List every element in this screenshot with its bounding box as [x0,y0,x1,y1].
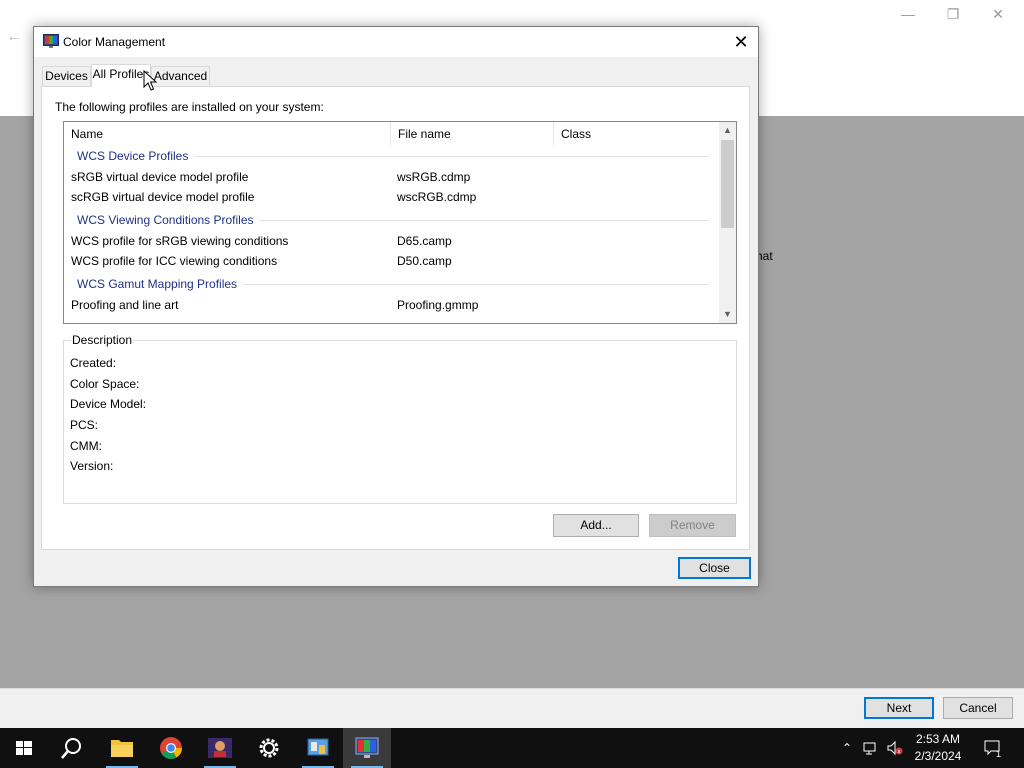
scroll-thumb[interactable] [721,140,734,228]
svg-text:x: x [898,749,901,755]
group-label: WCS Gamut Mapping Profiles [77,277,244,291]
windows-logo-icon [16,741,32,755]
scroll-up-icon[interactable]: ▲ [719,122,736,139]
volume-muted-icon[interactable]: x [886,739,904,757]
next-button[interactable]: Next [864,697,934,719]
description-cmm: CMM: [70,439,102,453]
taskbar: ⌃ x 2:53 AM 2/3/2024 1 [0,728,1024,768]
dialog-titlebar[interactable]: Color Management ✕ [34,27,758,57]
add-button[interactable]: Add... [553,514,639,537]
control-panel-icon [307,738,329,756]
description-title: Description [71,333,134,347]
close-button[interactable]: Close [678,557,751,579]
installed-profiles-label: The following profiles are installed on … [55,100,324,114]
close-icon[interactable]: ✕ [988,4,1008,24]
game-character-icon [208,738,232,758]
mouse-cursor-icon [143,70,157,91]
profile-file: D65.camp [397,234,452,248]
color-management-icon [43,34,59,48]
profile-name: Proofing and line art [71,298,179,312]
folder-icon [111,740,133,757]
list-item[interactable]: sRGB virtual device model profile wsRGB.… [64,167,719,187]
taskbar-control-panel[interactable] [294,728,342,768]
remove-button[interactable]: Remove [649,514,736,537]
description-created: Created: [70,356,117,370]
profile-file: wscRGB.cdmp [397,190,477,204]
minimize-icon[interactable]: — [898,4,918,24]
description-pcs: PCS: [70,418,99,432]
taskbar-color-management[interactable] [343,728,391,768]
tab-all-profiles[interactable]: All Profiles [91,64,151,87]
system-clock[interactable]: 2:53 AM 2/3/2024 [908,731,968,765]
list-item[interactable]: WCS profile for sRGB viewing conditions … [64,231,719,251]
profile-file: D50.camp [397,254,452,268]
list-item[interactable]: Proofing and line art Proofing.gmmp [64,295,719,315]
clock-date: 2/3/2024 [914,749,962,763]
chrome-icon [160,737,182,759]
description-color-space: Color Space: [70,377,140,391]
taskbar-chrome[interactable] [147,728,195,768]
color-management-dialog: Color Management ✕ Devices All Profiles … [33,26,759,587]
profile-name: scRGB virtual device model profile [71,190,255,204]
profile-name: WCS profile for sRGB viewing conditions [71,234,289,248]
taskbar-game-app[interactable] [196,728,244,768]
profile-file: Proofing.gmmp [397,298,479,312]
network-icon[interactable] [862,739,880,757]
group-header[interactable]: WCS Device Profiles [64,146,719,166]
cancel-button[interactable]: Cancel [943,697,1013,719]
notification-center-icon[interactable]: 1 [982,739,1004,759]
desktop: ← — ❐ ✕ hat Next Cancel Color Management… [0,0,1024,768]
column-header-name[interactable]: Name [64,122,391,145]
search-icon [61,738,81,759]
description-group [63,340,737,504]
profile-name: WCS profile for ICC viewing conditions [71,254,278,268]
restore-icon[interactable]: ❐ [943,4,963,24]
group-label: WCS Device Profiles [77,149,195,163]
taskbar-settings[interactable] [245,728,293,768]
color-management-icon [355,737,379,758]
clock-time: 2:53 AM [915,732,961,746]
profiles-list[interactable]: Name File name Class WCS Device Profiles… [63,121,737,324]
column-header-class[interactable]: Class [554,122,719,145]
dialog-title: Color Management [63,35,166,49]
show-hidden-icons-icon[interactable]: ⌃ [838,739,856,757]
list-item[interactable]: WCS profile for ICC viewing conditions D… [64,251,719,271]
tab-devices[interactable]: Devices [42,66,91,86]
start-button[interactable] [0,728,48,768]
back-arrow-icon[interactable]: ← [6,28,24,46]
taskbar-file-explorer[interactable] [98,728,146,768]
gear-icon [259,738,279,758]
search-button[interactable] [48,728,96,768]
description-device-model: Device Model: [70,397,147,411]
scroll-down-icon[interactable]: ▼ [719,306,736,323]
profile-file: wsRGB.cdmp [397,170,471,184]
group-header[interactable]: WCS Viewing Conditions Profiles [64,210,719,230]
description-version: Version: [70,459,114,473]
tab-advanced[interactable]: Advanced [151,66,210,86]
group-label: WCS Viewing Conditions Profiles [77,213,260,227]
notification-count: 1 [996,749,1002,759]
dialog-close-icon[interactable]: ✕ [724,27,758,57]
column-header-file-name[interactable]: File name [391,122,554,145]
list-scrollbar[interactable]: ▲ ▼ [719,122,736,323]
profile-name: sRGB virtual device model profile [71,170,249,184]
group-header[interactable]: WCS Gamut Mapping Profiles [64,274,719,294]
list-item[interactable]: scRGB virtual device model profile wscRG… [64,187,719,207]
list-header: Name File name Class [64,122,719,145]
